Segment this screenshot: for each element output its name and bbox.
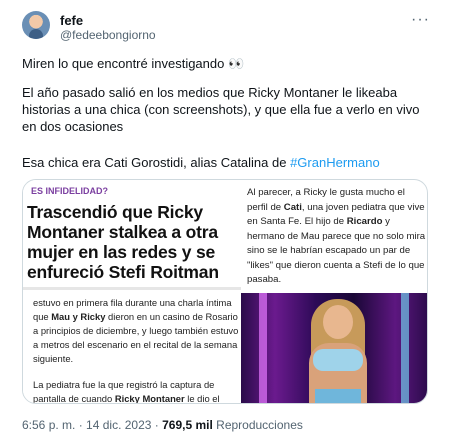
article-body-2-bold: Ricky Montaner [114,393,185,404]
article-right-bold-b: Cati [283,201,302,213]
attached-image[interactable]: ES INFIDELIDAD? Trascendió que Ricky Mon… [22,179,428,404]
article-photo [241,293,427,403]
views-label: Reproducciones [212,418,303,432]
article-right-column: Al parecer, a Ricky le gusta mucho el pe… [247,186,427,288]
person-face [323,305,353,339]
article-kicker: ES INFIDELIDAD? [31,186,109,196]
person-shorts [315,389,361,403]
article-body-1-bold: Mau y Ricky [51,311,106,322]
stage-light [259,293,267,403]
more-options-icon[interactable]: ··· [411,11,430,29]
stage-light [401,293,409,403]
article-body-2-text-end: le dio el [184,393,220,404]
tweet-date[interactable]: 14 dic. 2023 [86,418,151,432]
article-headline: Trascendió que Ricky Montaner stalkea a … [27,202,219,282]
article-body-1: estuvo en primera fila durante una charl… [33,296,239,366]
tweet-text-line3-prefix: Esa chica era Cati Gorostidi, alias Cata… [22,155,291,170]
avatar[interactable] [22,11,50,39]
article-left-column: ES INFIDELIDAD? Trascendió que Ricky Mon… [23,180,241,404]
tweet-text-line3: Esa chica era Cati Gorostidi, alias Cata… [22,154,432,171]
views-count: 769,5 mil [162,418,213,432]
tweet-header: fefe @fedeebongiorno ··· [22,11,442,45]
meta-separator: · [75,418,87,432]
article-body-2: La pediatra fue la que registró la captu… [33,378,239,404]
meta-separator: · [151,418,163,432]
author-name[interactable]: fefe [60,13,83,28]
hashtag-link[interactable]: #GranHermano [290,155,380,170]
article-right-bold-d: Ricardo [346,216,383,227]
tweet-meta: 6:56 p. m. · 14 dic. 2023 · 769,5 mil Re… [22,418,303,432]
article-divider [23,287,241,290]
tweet-time[interactable]: 6:56 p. m. [22,418,75,432]
author-handle[interactable]: @fedeebongiorno [60,28,156,42]
tweet-text-line1: Miren lo que encontré investigando 👀 [22,56,245,71]
tweet-text-line2: El año pasado salió en los medios que Ri… [22,85,420,134]
person-top [313,349,363,371]
